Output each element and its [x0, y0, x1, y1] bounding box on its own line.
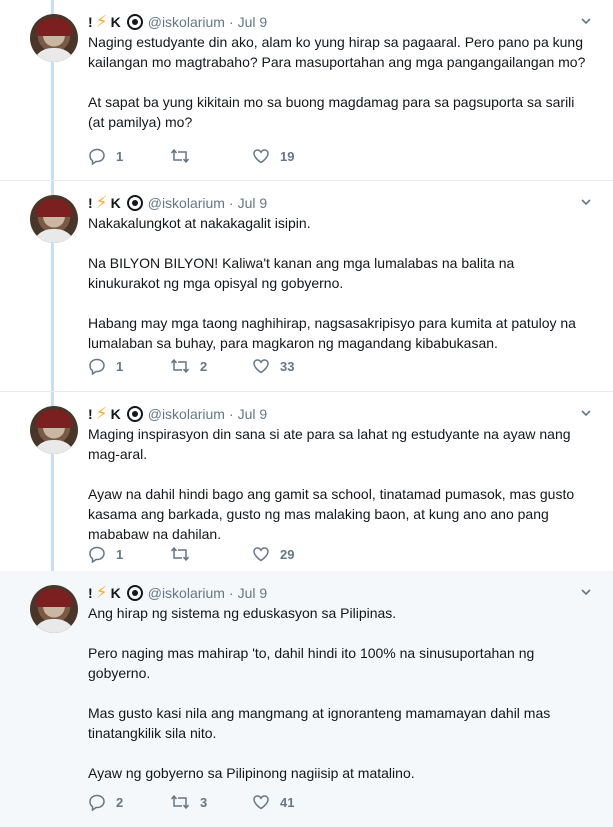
tweet-date[interactable]: Jul 9: [238, 406, 268, 422]
tweet-text: Naging estudyante din ako, alam ko yung …: [88, 34, 586, 130]
retweet-button[interactable]: 2: [170, 357, 252, 375]
heart-icon: [253, 795, 269, 810]
tweet-header: ! ⚡ K @iskolarium · Jul 9: [88, 12, 268, 32]
display-name[interactable]: ! ⚡ K: [88, 583, 143, 603]
like-button[interactable]: 29: [252, 545, 334, 563]
tweet[interactable]: ! ⚡ K @iskolarium · Jul 9 Nakakalungkot …: [0, 181, 613, 392]
tweet-header: ! ⚡ K @iskolarium · Jul 9: [88, 404, 268, 424]
user-handle[interactable]: @iskolarium: [148, 406, 225, 422]
tweet-date[interactable]: Jul 9: [238, 585, 268, 601]
lightning-bolt-icon: ⚡: [95, 193, 108, 212]
retweet-icon: [170, 794, 190, 810]
avatar[interactable]: [30, 406, 78, 454]
reply-count: 1: [116, 358, 124, 374]
like-button[interactable]: 19: [252, 147, 334, 165]
avatar[interactable]: [30, 14, 78, 62]
tweet-text: Nakakalungkot at nakakagalit isipin. Na …: [88, 215, 576, 351]
retweet-button[interactable]: [170, 545, 252, 563]
retweet-icon: [170, 358, 190, 374]
retweet-icon: [170, 546, 190, 562]
retweet-count: 2: [200, 358, 208, 374]
tweet-header: ! ⚡ K @iskolarium · Jul 9: [88, 583, 268, 603]
reply-icon: [89, 794, 105, 811]
reply-button[interactable]: 1: [88, 545, 170, 563]
like-button[interactable]: 41: [252, 793, 334, 811]
reply-button[interactable]: 1: [88, 357, 170, 375]
user-handle[interactable]: @iskolarium: [148, 14, 225, 30]
heart-icon: [253, 149, 269, 164]
avatar[interactable]: [30, 585, 78, 633]
like-count: 19: [280, 148, 295, 164]
chevron-down-icon[interactable]: [581, 16, 591, 26]
chevron-down-icon[interactable]: [581, 408, 591, 418]
like-count: 41: [280, 794, 295, 810]
reply-count: 1: [116, 546, 124, 562]
tweet-text: Ang hirap ng sistema ng eduskasyon sa Pi…: [88, 605, 551, 781]
eye-icon: [126, 14, 143, 30]
avatar[interactable]: [30, 195, 78, 243]
tweet-actions: 1 19: [88, 147, 334, 165]
lightning-bolt-icon: ⚡: [95, 12, 108, 31]
heart-icon: [253, 547, 269, 562]
like-button[interactable]: 33: [252, 357, 334, 375]
reply-count: 1: [116, 148, 124, 164]
user-handle[interactable]: @iskolarium: [148, 585, 225, 601]
lightning-bolt-icon: ⚡: [95, 583, 108, 602]
tweet-actions: 1 2 33: [88, 357, 334, 375]
retweet-button[interactable]: 3: [170, 793, 252, 811]
tweet-header: ! ⚡ K @iskolarium · Jul 9: [88, 193, 268, 213]
display-name[interactable]: ! ⚡ K: [88, 404, 143, 424]
tweet[interactable]: ! ⚡ K @iskolarium · Jul 9 Naging estudya…: [0, 0, 613, 181]
lightning-bolt-icon: ⚡: [95, 404, 108, 423]
reply-button[interactable]: 2: [88, 793, 170, 811]
tweet-text: Maging inspirasyon din sana si ate para …: [88, 426, 575, 542]
display-name[interactable]: ! ⚡ K: [88, 12, 143, 32]
like-count: 29: [280, 546, 295, 562]
reply-count: 2: [116, 794, 124, 810]
retweet-icon: [170, 148, 190, 164]
retweet-button[interactable]: [170, 147, 252, 165]
eye-icon: [126, 406, 143, 422]
reply-icon: [89, 546, 105, 563]
user-handle[interactable]: @iskolarium: [148, 195, 225, 211]
tweet-date[interactable]: Jul 9: [238, 195, 268, 211]
retweet-count: 3: [200, 794, 208, 810]
tweet-actions: 2 3 41: [88, 793, 334, 811]
like-count: 33: [280, 358, 295, 374]
eye-icon: [126, 195, 143, 211]
reply-button[interactable]: 1: [88, 147, 170, 165]
heart-icon: [253, 359, 269, 374]
tweet-date[interactable]: Jul 9: [238, 14, 268, 30]
tweet[interactable]: ! ⚡ K @iskolarium · Jul 9 Maging inspira…: [0, 392, 613, 581]
eye-icon: [126, 585, 143, 601]
tweet-focused[interactable]: ! ⚡ K @iskolarium · Jul 9 Ang hirap ng s…: [0, 571, 613, 827]
reply-icon: [89, 358, 105, 375]
chevron-down-icon[interactable]: [581, 197, 591, 207]
reply-icon: [89, 148, 105, 165]
chevron-down-icon[interactable]: [581, 587, 591, 597]
tweet-actions: 1 29: [88, 545, 334, 563]
display-name[interactable]: ! ⚡ K: [88, 193, 143, 213]
